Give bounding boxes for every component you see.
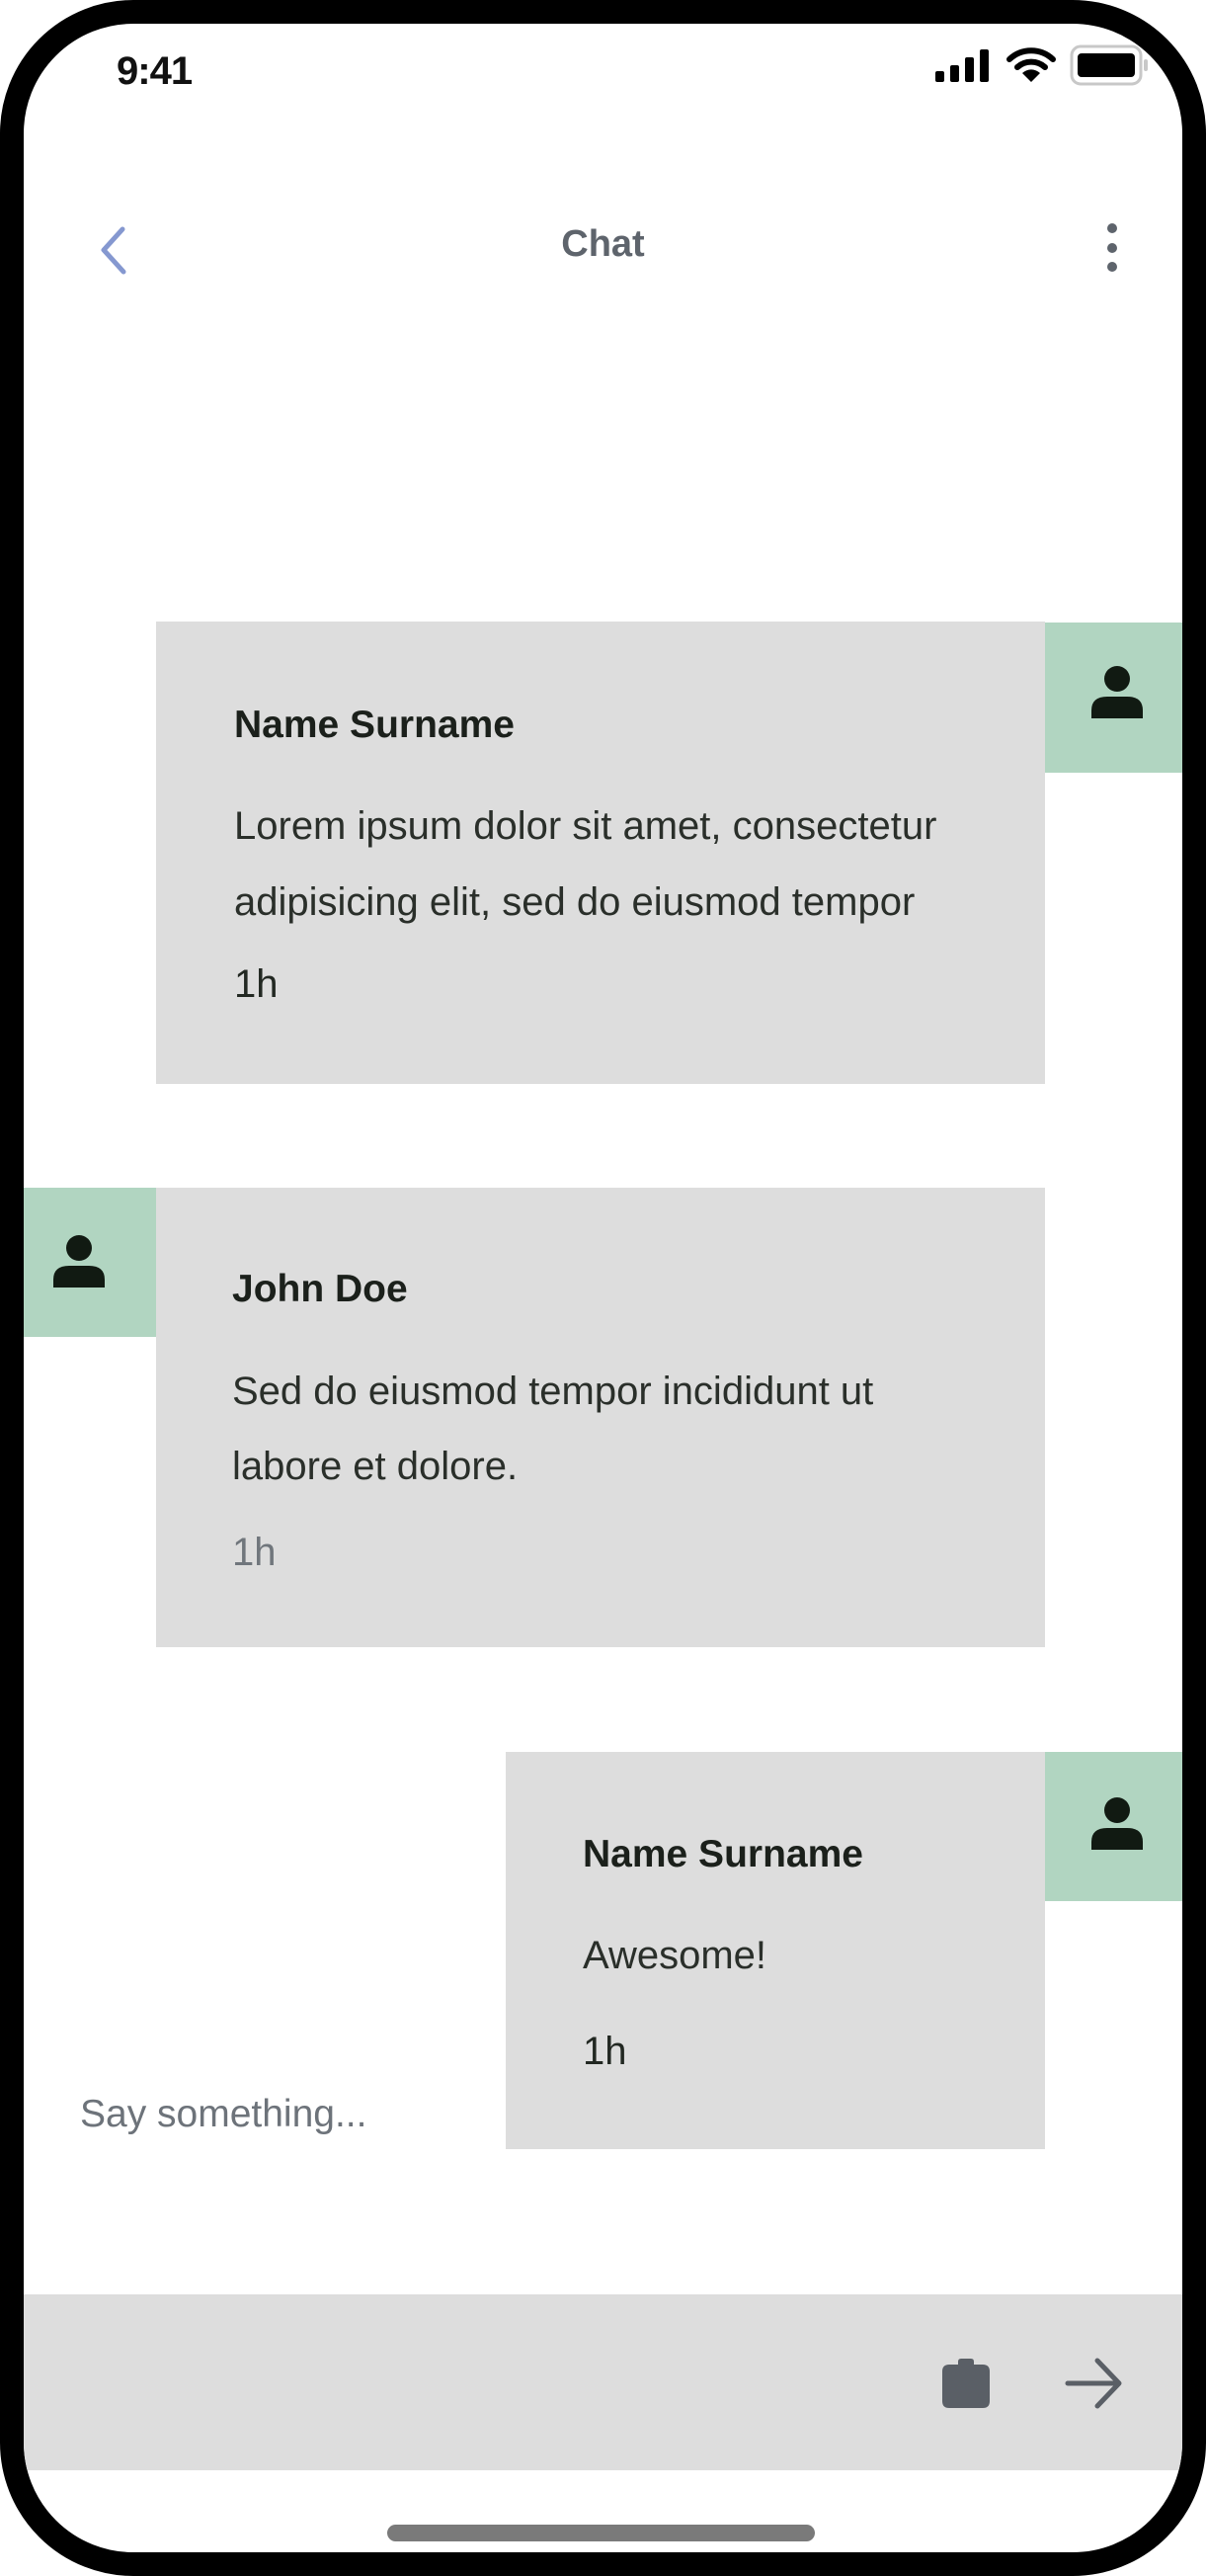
message-bubble: Name Surname Lorem ipsum dolor sit amet,…	[156, 622, 1045, 1084]
avatar[interactable]	[1045, 623, 1182, 773]
message-text-line: adipisicing elit, sed do eiusmod tempor	[234, 880, 916, 924]
more-menu-button[interactable]	[1100, 219, 1124, 279]
wifi-icon	[1006, 47, 1056, 82]
avatar[interactable]	[1045, 1752, 1182, 1901]
message-time: 1h	[234, 962, 279, 1006]
avatar[interactable]	[24, 1188, 156, 1337]
person-icon	[1091, 666, 1143, 718]
phone-frame: 9:41 Chat Name Surname Lorem ipsum dolor…	[0, 0, 1206, 2576]
message-time: 1h	[232, 1531, 277, 1574]
person-icon	[53, 1235, 105, 1288]
message-time: 1h	[583, 2030, 627, 2073]
message-text-line: labore et dolore.	[232, 1445, 519, 1488]
send-button[interactable]	[1065, 2356, 1124, 2411]
battery-icon	[1070, 44, 1148, 86]
message-input[interactable]: Say something...	[80, 2095, 366, 2133]
home-indicator	[387, 2525, 815, 2541]
camera-icon	[942, 2359, 990, 2408]
attach-camera-button[interactable]	[938, 2356, 994, 2411]
message-sender: Name Surname	[234, 704, 515, 746]
page-title: Chat	[561, 223, 645, 265]
more-vertical-icon	[1107, 223, 1117, 272]
person-icon	[1091, 1797, 1143, 1850]
message-composer	[24, 2294, 1182, 2470]
cellular-signal-icon	[935, 49, 989, 82]
message-bubble: John Doe Sed do eiusmod tempor incididun…	[156, 1188, 1045, 1647]
arrow-right-icon	[1065, 2358, 1122, 2409]
message-sender: Name Surname	[583, 1833, 863, 1875]
status-time: 9:41	[117, 49, 193, 93]
message-text-line: Lorem ipsum dolor sit amet, consectetur	[234, 804, 937, 848]
message-sender: John Doe	[232, 1268, 408, 1310]
message-text-line: Sed do eiusmod tempor incididunt ut	[232, 1370, 874, 1413]
message-bubble: Name Surname Awesome! 1h	[506, 1752, 1045, 2149]
message-text-line: Awesome!	[583, 1934, 767, 1977]
